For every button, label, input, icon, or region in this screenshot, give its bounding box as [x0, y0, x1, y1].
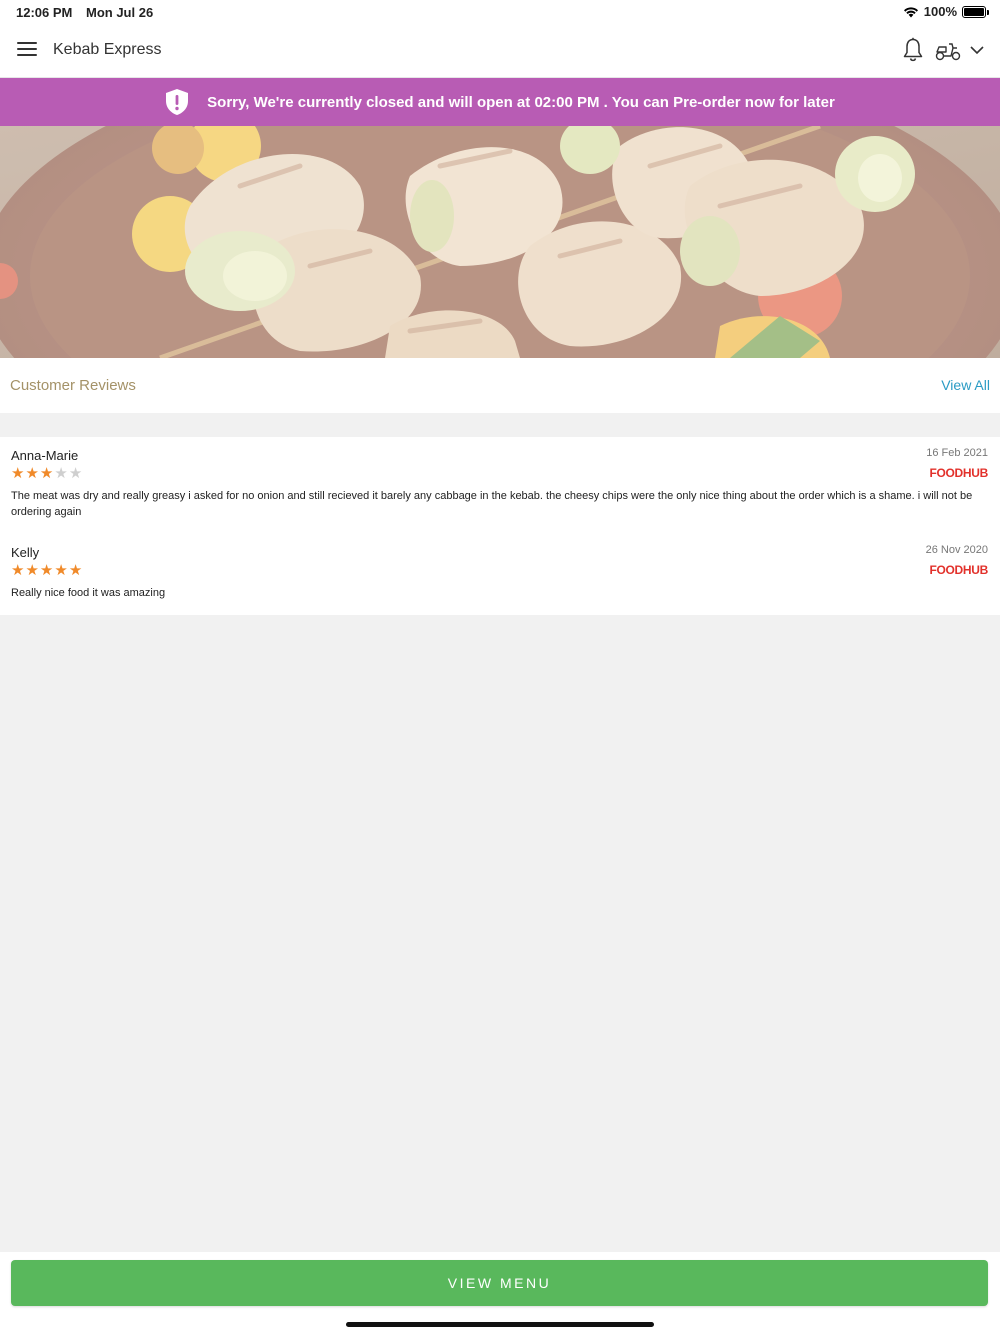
review-author: Anna-Marie [11, 448, 79, 463]
status-date: Mon Jul 26 [86, 5, 154, 20]
review-source-logo: FOODHUB [929, 563, 988, 577]
review-item: Kelly 26 Nov 2020 ★ ★ ★ ★ ★ FOODHUB Really n… [0, 534, 1000, 615]
review-text: Really nice food it was amazing [11, 587, 166, 599]
reviews-section-header: Customer Reviews View All [0, 358, 1000, 413]
wifi-icon [903, 6, 918, 17]
reviews-list: Anna-Marie 16 Feb 2021 ★ ★ ★ ★ ★ FOODHUB The… [0, 437, 1000, 615]
closed-banner-text: Sorry, We're currently closed and will o… [207, 93, 835, 111]
bell-icon[interactable] [901, 37, 925, 63]
bottom-bar: VIEW MENU [0, 1252, 1000, 1334]
review-rating: ★ ★ ★ ★ ★ [11, 465, 83, 482]
app-title: Kebab Express [53, 41, 162, 58]
app-header: Kebab Express [0, 24, 1000, 78]
review-item: Anna-Marie 16 Feb 2021 ★ ★ ★ ★ ★ FOODHUB The… [0, 437, 1000, 534]
status-time: 12:06 PM [16, 5, 73, 20]
reviews-title: Customer Reviews [10, 377, 136, 394]
view-menu-button[interactable]: VIEW MENU [11, 1260, 988, 1306]
star-icon: ★ [11, 465, 25, 482]
star-icon: ★ [25, 465, 39, 482]
star-icon: ★ [54, 562, 68, 579]
review-date: 26 Nov 2020 [925, 544, 988, 556]
star-icon: ★ [39, 465, 54, 482]
home-indicator[interactable] [346, 1322, 654, 1327]
view-all-link[interactable]: View All [941, 377, 990, 393]
menu-icon[interactable] [17, 42, 37, 58]
status-bar: 12:06 PM Mon Jul 26 100% [0, 0, 1000, 24]
battery-level [964, 7, 984, 16]
battery-icon [962, 5, 989, 18]
review-text: The meat was dry and really greasy i ask… [11, 490, 973, 518]
shield-alert-icon [166, 89, 189, 115]
star-icon: ★ [54, 465, 68, 482]
star-icon: ★ [68, 465, 83, 482]
closed-banner: Sorry, We're currently closed and will o… [0, 78, 1000, 126]
hero-image [0, 126, 1000, 358]
scooter-icon[interactable] [934, 39, 962, 61]
review-source-logo: FOODHUB [929, 466, 988, 480]
star-icon: ★ [25, 562, 39, 579]
star-icon: ★ [11, 562, 25, 579]
battery-percent: 100% [923, 4, 957, 19]
review-rating: ★ ★ ★ ★ ★ [11, 562, 83, 579]
star-icon: ★ [68, 562, 83, 579]
review-author: Kelly [11, 545, 40, 560]
review-date: 16 Feb 2021 [926, 447, 988, 459]
chevron-down-icon[interactable] [968, 43, 986, 57]
star-icon: ★ [39, 562, 54, 579]
